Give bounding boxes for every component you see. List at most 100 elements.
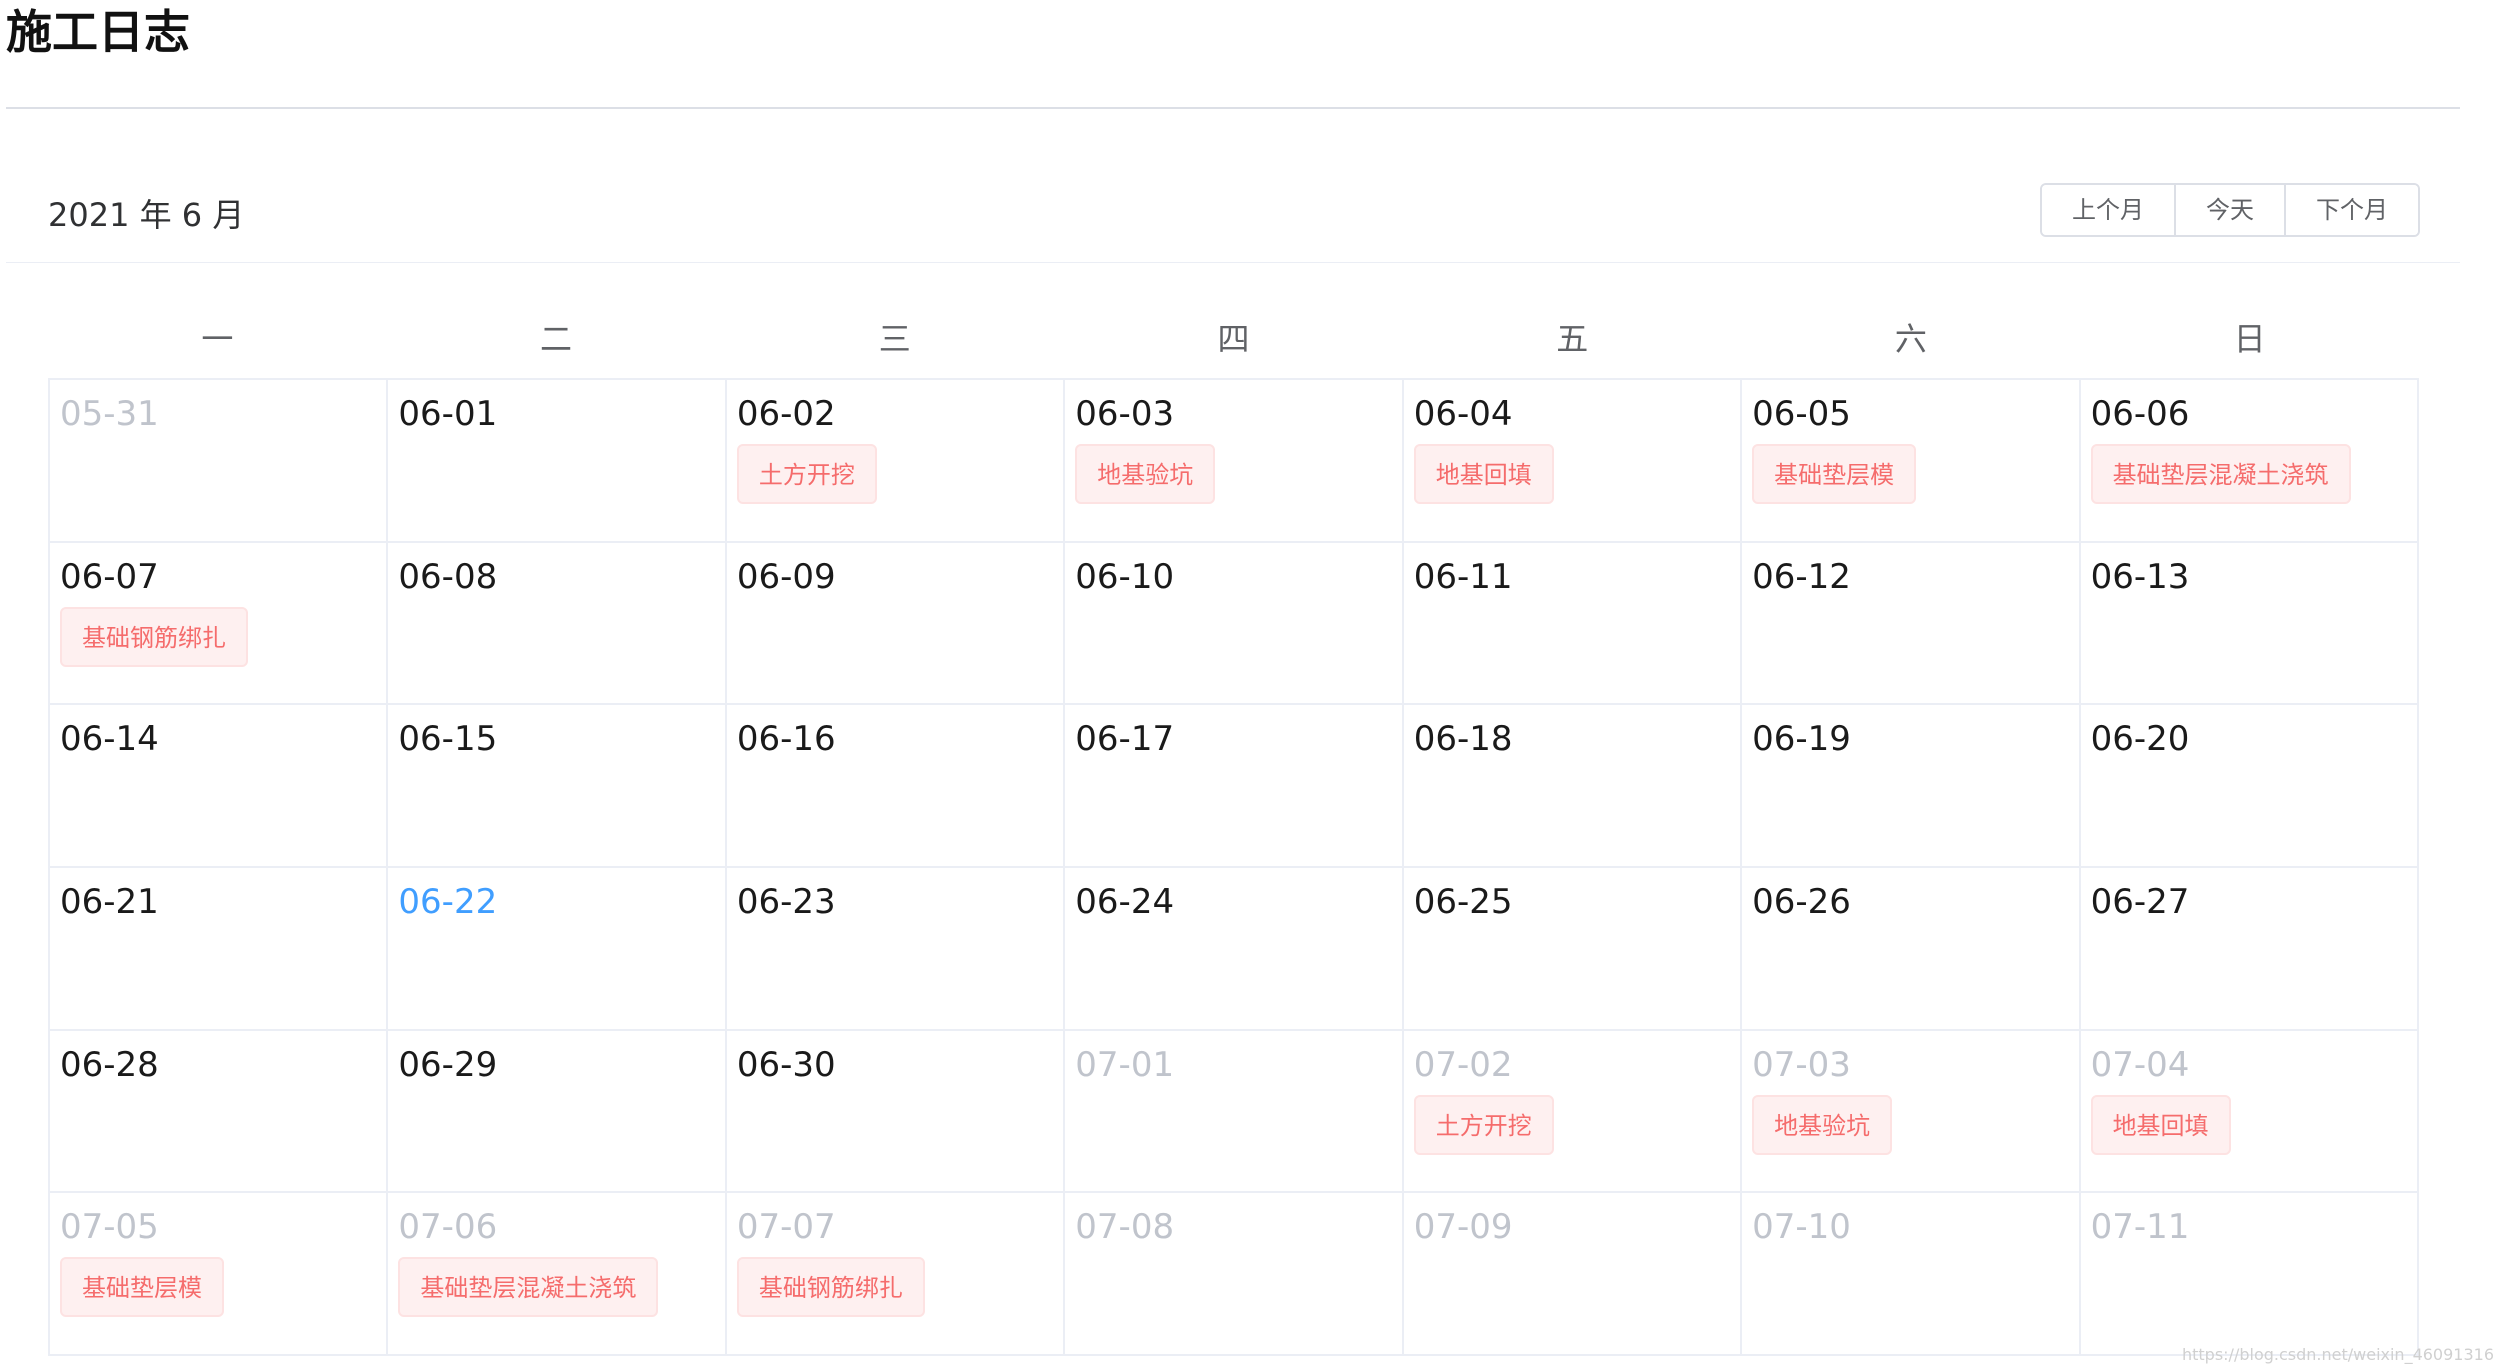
day-date-label: 06-16 <box>736 719 836 760</box>
calendar-day-cell[interactable]: 07-06 基础垫层混凝土浇筑 <box>388 1193 727 1356</box>
day-date-label: 07-10 <box>1752 1207 1851 1248</box>
construction-task-tag[interactable]: 基础钢筋绑扎 <box>736 1257 925 1318</box>
construction-task-tag[interactable]: 地基回填 <box>2090 1094 2231 1155</box>
day-date-label: 06-23 <box>736 882 836 922</box>
calendar-day-cell[interactable]: 06-21 <box>50 868 389 1031</box>
weekday-label: 六 <box>1894 320 1927 358</box>
day-date-label: 07-08 <box>1075 1207 1175 1248</box>
day-date-label: 06-09 <box>736 556 836 597</box>
calendar-day-cell[interactable]: 06-19 <box>1742 705 2081 868</box>
page-title: 施工日志 <box>6 5 190 59</box>
calendar-day-cell[interactable]: 06-27 <box>2080 868 2419 1031</box>
weekday-header-row: 一 二 三 四 五 六 日 <box>48 303 2419 375</box>
day-date-label: 06-03 <box>1075 394 1175 434</box>
day-date-label: 06-10 <box>1075 556 1175 597</box>
day-date-label: 06-11 <box>1413 556 1513 597</box>
day-date-label: 06-01 <box>398 394 498 434</box>
day-date-label: 06-30 <box>736 1044 836 1085</box>
construction-task-tag[interactable]: 基础钢筋绑扎 <box>60 606 248 667</box>
day-date-label: 07-06 <box>398 1207 498 1248</box>
day-date-label: 07-09 <box>1413 1207 1513 1248</box>
day-date-label: 06-18 <box>1413 719 1513 760</box>
day-date-label: 05-31 <box>60 394 159 434</box>
day-date-label: 06-24 <box>1075 882 1175 922</box>
day-date-label: 06-17 <box>1075 719 1175 760</box>
construction-task-tag[interactable]: 地基回填 <box>1413 444 1554 504</box>
day-date-label: 07-05 <box>60 1207 159 1248</box>
calendar-day-cell[interactable]: 06-06 基础垫层混凝土浇筑 <box>2080 380 2419 543</box>
calendar-day-cell[interactable]: 07-11 <box>2080 1193 2419 1356</box>
construction-task-tag[interactable]: 地基验坑 <box>1075 444 1216 504</box>
calendar-day-cell[interactable]: 06-25 <box>1403 868 1743 1031</box>
calendar-day-cell[interactable]: 07-09 <box>1403 1193 1743 1356</box>
calendar-grid: 05-31 06-01 06-02 土方开挖 06-03 地基验坑 06-04 地基回填 06-… <box>48 378 2419 1356</box>
calendar-day-cell[interactable]: 07-07 基础钢筋绑扎 <box>726 1193 1066 1356</box>
day-date-label: 07-02 <box>1413 1044 1513 1085</box>
construction-task-tag[interactable]: 基础垫层混凝土浇筑 <box>398 1257 659 1318</box>
day-date-label: 06-20 <box>2090 719 2190 760</box>
calendar-day-cell[interactable]: 05-31 <box>50 380 389 543</box>
calendar-day-cell[interactable]: 06-10 <box>1065 542 1404 706</box>
calendar-day-cell[interactable]: 06-16 <box>726 705 1066 868</box>
weekday-label: 四 <box>1217 320 1250 358</box>
today-button[interactable]: 今天 <box>2174 185 2284 235</box>
construction-task-tag[interactable]: 基础垫层模 <box>1752 444 1917 504</box>
day-date-label: 06-08 <box>398 556 498 597</box>
calendar-day-cell[interactable]: 06-24 <box>1065 868 1404 1031</box>
construction-task-tag[interactable]: 基础垫层混凝土浇筑 <box>2090 444 2351 504</box>
calendar-day-cell[interactable]: 06-04 地基回填 <box>1403 380 1743 543</box>
day-date-label: 07-04 <box>2090 1044 2190 1085</box>
day-date-label: 06-14 <box>60 719 159 760</box>
calendar-day-cell[interactable]: 06-12 <box>1742 542 2081 706</box>
calendar-day-cell[interactable]: 07-05 基础垫层模 <box>50 1193 389 1356</box>
weekday-label: 日 <box>2233 320 2266 358</box>
construction-task-tag[interactable]: 土方开挖 <box>1413 1094 1554 1155</box>
day-date-label: 07-03 <box>1752 1044 1851 1085</box>
weekday-label: 二 <box>540 320 573 358</box>
calendar-day-cell[interactable]: 06-11 <box>1403 542 1743 706</box>
calendar-day-cell[interactable]: 06-07 基础钢筋绑扎 <box>50 542 389 706</box>
calendar-day-cell[interactable]: 07-08 <box>1065 1193 1404 1356</box>
calendar-day-cell[interactable]: 06-03 地基验坑 <box>1065 380 1404 543</box>
day-date-label: 07-07 <box>736 1207 836 1248</box>
title-divider <box>6 107 2460 109</box>
weekday-label: 三 <box>878 320 911 358</box>
calendar-day-cell[interactable]: 06-28 <box>50 1030 389 1194</box>
month-label: 2021 年 6 月 <box>48 196 245 234</box>
calendar-day-cell[interactable]: 06-30 <box>726 1030 1066 1194</box>
calendar-day-cell[interactable]: 06-17 <box>1065 705 1404 868</box>
next-month-button[interactable]: 下个月 <box>2284 185 2418 235</box>
calendar-day-cell[interactable]: 06-08 <box>388 542 727 706</box>
calendar-day-cell[interactable]: 06-15 <box>388 705 727 868</box>
calendar-day-cell[interactable]: 06-09 <box>726 542 1066 706</box>
weekday-label: 五 <box>1556 320 1589 358</box>
calendar-day-cell[interactable]: 07-02 土方开挖 <box>1403 1030 1743 1194</box>
day-date-label: 06-15 <box>398 719 498 760</box>
calendar-day-cell[interactable]: 06-23 <box>726 868 1066 1031</box>
day-date-label: 06-26 <box>1752 882 1851 922</box>
day-date-label: 06-28 <box>60 1044 159 1085</box>
construction-task-tag[interactable]: 基础垫层模 <box>60 1257 224 1318</box>
calendar-day-cell[interactable]: 07-03 地基验坑 <box>1742 1030 2081 1194</box>
day-date-label: 06-21 <box>60 882 159 922</box>
calendar-day-cell[interactable]: 06-13 <box>2080 542 2419 706</box>
calendar-day-cell[interactable]: 06-05 基础垫层模 <box>1742 380 2081 543</box>
calendar-day-cell[interactable]: 07-04 地基回填 <box>2080 1030 2419 1194</box>
calendar-day-cell[interactable]: 06-29 <box>388 1030 727 1194</box>
day-date-label: 06-04 <box>1413 394 1513 434</box>
calendar-day-cell[interactable]: 06-18 <box>1403 705 1743 868</box>
prev-month-button[interactable]: 上个月 <box>2042 185 2174 235</box>
calendar-day-cell[interactable]: 06-02 土方开挖 <box>726 380 1066 543</box>
month-nav-button-group: 上个月 今天 下个月 <box>2040 183 2420 237</box>
calendar-day-cell[interactable]: 06-01 <box>388 380 727 543</box>
calendar-day-cell[interactable]: 06-26 <box>1742 868 2081 1031</box>
calendar-header: 2021 年 6 月 上个月 今天 下个月 <box>6 170 2460 263</box>
construction-task-tag[interactable]: 地基验坑 <box>1752 1094 1893 1155</box>
calendar-day-cell[interactable]: 06-14 <box>50 705 389 868</box>
calendar-day-cell[interactable]: 06-20 <box>2080 705 2419 868</box>
calendar-day-cell[interactable]: 06-22 <box>388 868 727 1031</box>
calendar-day-cell[interactable]: 07-01 <box>1065 1030 1404 1194</box>
day-date-label: 06-27 <box>2090 882 2190 922</box>
construction-task-tag[interactable]: 土方开挖 <box>736 444 877 504</box>
calendar-day-cell[interactable]: 07-10 <box>1742 1193 2081 1356</box>
